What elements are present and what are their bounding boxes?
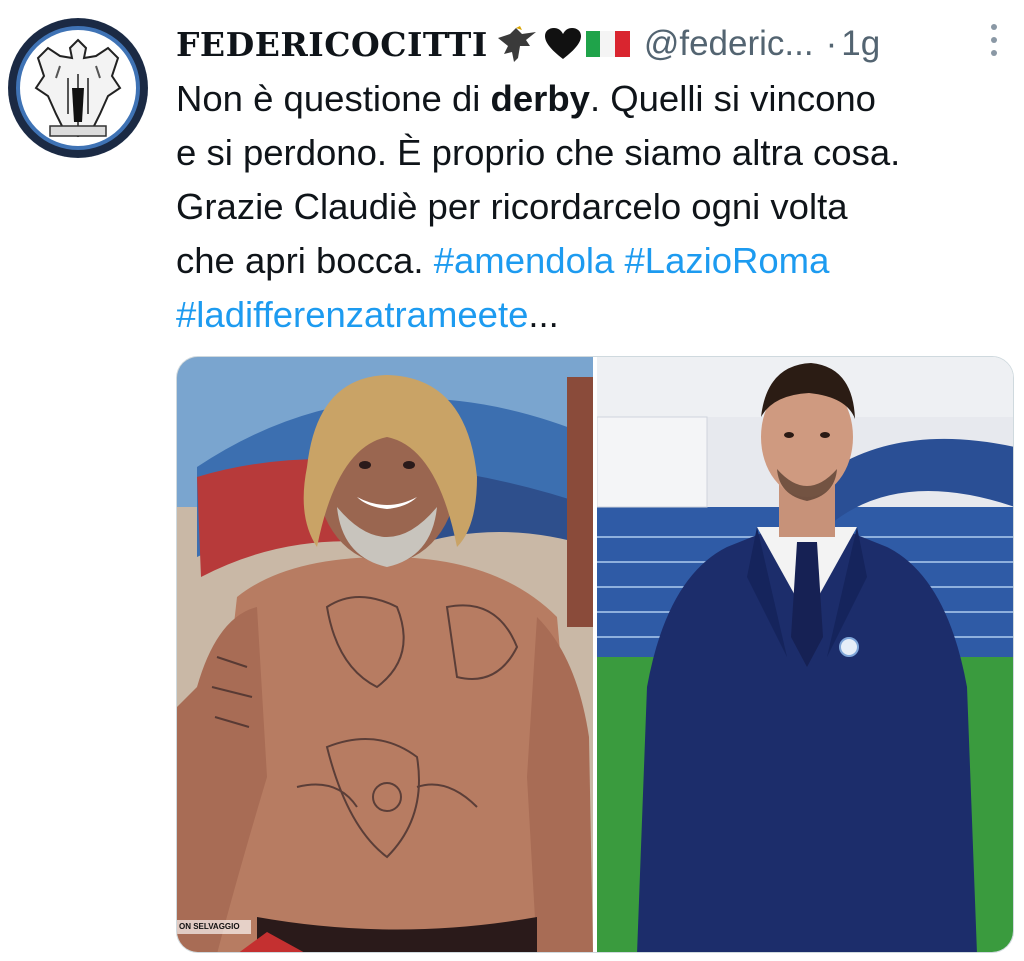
shirtless-man-illustration bbox=[177, 357, 593, 952]
hashtag-laziororoma[interactable]: #LazioRoma bbox=[624, 240, 829, 281]
tweet-line-3: Grazie Claudiè per ricordarcelo ogni vol… bbox=[176, 186, 848, 227]
more-vertical-icon[interactable] bbox=[982, 22, 1006, 58]
eagle-logo-icon bbox=[8, 18, 148, 158]
user-handle[interactable]: @federic... bbox=[644, 24, 814, 64]
magazine-caption: ON SELVAGGIO bbox=[177, 920, 251, 934]
tweet-line-5: #ladifferenzatrameete... bbox=[176, 288, 1006, 342]
tweet-line-1: Non è questione di derby. Quelli si vinc… bbox=[176, 72, 1006, 126]
timestamp[interactable]: 1g bbox=[841, 24, 880, 64]
right-photo[interactable] bbox=[596, 357, 1013, 952]
tweet-line-4: che apri bocca. #amendola #LazioRoma bbox=[176, 234, 1006, 288]
text-segment: Non è questione di bbox=[176, 78, 491, 119]
tweet[interactable]: FEDERICOCITTI @federic... · 1g Non è que… bbox=[0, 0, 1024, 961]
separator-dot: · bbox=[825, 24, 838, 63]
avatar[interactable] bbox=[8, 18, 148, 158]
bold-word: derby bbox=[490, 78, 590, 119]
ellipsis: ... bbox=[528, 294, 559, 335]
text-segment: . Quelli si vincono bbox=[589, 78, 876, 119]
tweet-line-2: e si perdono. È proprio che siamo altra … bbox=[176, 132, 901, 173]
tweet-media[interactable]: ON SELVAGGIO bbox=[176, 356, 1014, 953]
hashtag-amendola[interactable]: #amendola bbox=[434, 240, 615, 281]
name-flair bbox=[496, 24, 630, 64]
black-heart-icon bbox=[544, 28, 581, 59]
display-name[interactable]: FEDERICOCITTI bbox=[176, 25, 488, 64]
suited-man-illustration bbox=[596, 357, 1013, 952]
italy-flag-icon bbox=[585, 31, 630, 57]
tweet-text: Non è questione di derby. Quelli si vinc… bbox=[176, 72, 1006, 342]
tweet-header: FEDERICOCITTI @federic... · 1g bbox=[176, 16, 880, 72]
text-segment: che apri bocca. bbox=[176, 240, 434, 281]
hashtag-ladifferenza[interactable]: #ladifferenzatrameete bbox=[176, 294, 528, 335]
left-photo[interactable]: ON SELVAGGIO bbox=[177, 357, 593, 952]
eagle-icon bbox=[497, 26, 536, 62]
